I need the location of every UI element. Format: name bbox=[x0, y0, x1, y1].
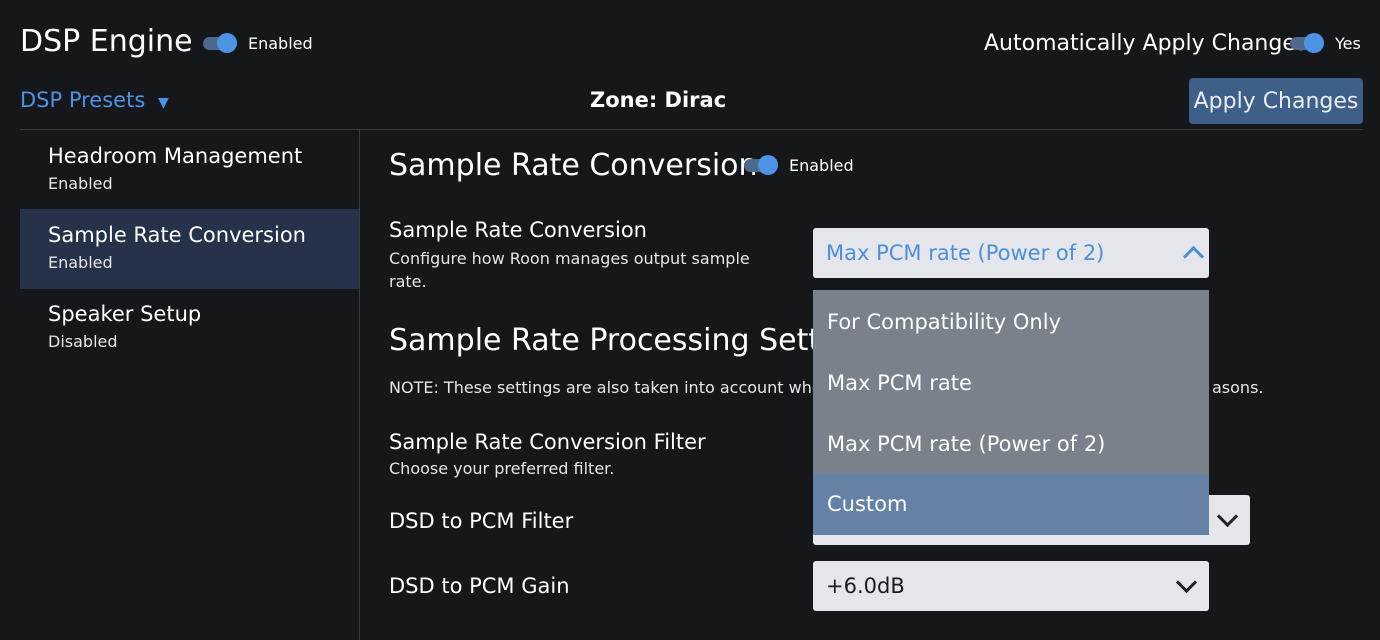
dsd-gain-value: +6.0dB bbox=[826, 574, 905, 598]
dropdown-option-label: Custom bbox=[827, 492, 908, 516]
dsp-presets-label: DSP Presets bbox=[20, 88, 146, 112]
src-setting-label: Sample Rate Conversion bbox=[389, 218, 647, 242]
chevron-up-icon bbox=[1182, 245, 1205, 268]
section-status: Enabled bbox=[789, 156, 854, 175]
dsd-gain-select[interactable]: +6.0dB bbox=[813, 561, 1209, 611]
sidebar-item-title: Headroom Management bbox=[48, 144, 303, 168]
note-text-end: asons. bbox=[1212, 378, 1264, 397]
sidebar-item-status: Disabled bbox=[48, 332, 118, 351]
chevron-down-icon bbox=[1216, 505, 1239, 528]
dropdown-option-max-pcm[interactable]: Max PCM rate bbox=[813, 353, 1209, 414]
sidebar-item-headroom[interactable]: Headroom Management Enabled bbox=[20, 130, 359, 210]
note-text: NOTE: These settings are also taken into… bbox=[389, 378, 822, 397]
dsp-presets-menu[interactable]: DSP Presets ▼ bbox=[20, 88, 169, 112]
sidebar-item-speaker[interactable]: Speaker Setup Disabled bbox=[20, 288, 359, 368]
sidebar-item-status: Enabled bbox=[48, 253, 113, 272]
src-dropdown-menu: For Compatibility Only Max PCM rate Max … bbox=[813, 290, 1209, 535]
dropdown-option-compatibility[interactable]: For Compatibility Only bbox=[813, 292, 1209, 353]
section-title: Sample Rate Conversion bbox=[389, 148, 758, 183]
toggle-knob bbox=[217, 33, 237, 53]
auto-apply-value: Yes bbox=[1335, 34, 1361, 53]
sidebar-divider bbox=[359, 130, 360, 640]
dropdown-option-max-pcm-power2[interactable]: Max PCM rate (Power of 2) bbox=[813, 414, 1209, 475]
auto-apply-toggle[interactable] bbox=[1290, 33, 1324, 53]
src-setting-description: Configure how Roon manages output sample… bbox=[389, 249, 750, 291]
dsd-filter-label: DSD to PCM Filter bbox=[389, 509, 574, 533]
dropdown-option-label: For Compatibility Only bbox=[827, 310, 1061, 334]
page-title: DSP Engine bbox=[20, 24, 193, 59]
src-select-value: Max PCM rate (Power of 2) bbox=[826, 241, 1105, 265]
dropdown-option-label: Max PCM rate bbox=[827, 371, 972, 395]
dsp-engine-status: Enabled bbox=[248, 34, 313, 53]
dsd-gain-label: DSD to PCM Gain bbox=[389, 574, 570, 598]
auto-apply-label: Automatically Apply Changes bbox=[984, 31, 1308, 56]
filter-setting-label: Sample Rate Conversion Filter bbox=[389, 430, 706, 454]
apply-changes-button[interactable]: Apply Changes bbox=[1189, 78, 1363, 124]
sidebar-item-sample-rate[interactable]: Sample Rate Conversion Enabled bbox=[20, 209, 359, 289]
sidebar-item-status: Enabled bbox=[48, 174, 113, 193]
sidebar-item-title: Sample Rate Conversion bbox=[48, 223, 306, 247]
dsp-engine-toggle[interactable] bbox=[203, 33, 237, 53]
src-select[interactable]: Max PCM rate (Power of 2) bbox=[813, 228, 1209, 278]
dropdown-option-label: Max PCM rate (Power of 2) bbox=[827, 432, 1106, 456]
dropdown-option-custom[interactable]: Custom bbox=[813, 474, 1209, 535]
sidebar-item-title: Speaker Setup bbox=[48, 302, 202, 326]
section-toggle[interactable] bbox=[744, 155, 778, 175]
filter-setting-description: Choose your preferred filter. bbox=[389, 459, 615, 478]
chevron-down-icon bbox=[1175, 571, 1198, 594]
toggle-knob bbox=[758, 155, 778, 175]
toggle-knob bbox=[1304, 33, 1324, 53]
caret-down-icon: ▼ bbox=[157, 95, 169, 111]
processing-section-title: Sample Rate Processing Settings bbox=[389, 323, 883, 358]
zone-label: Zone: Dirac bbox=[590, 88, 727, 112]
